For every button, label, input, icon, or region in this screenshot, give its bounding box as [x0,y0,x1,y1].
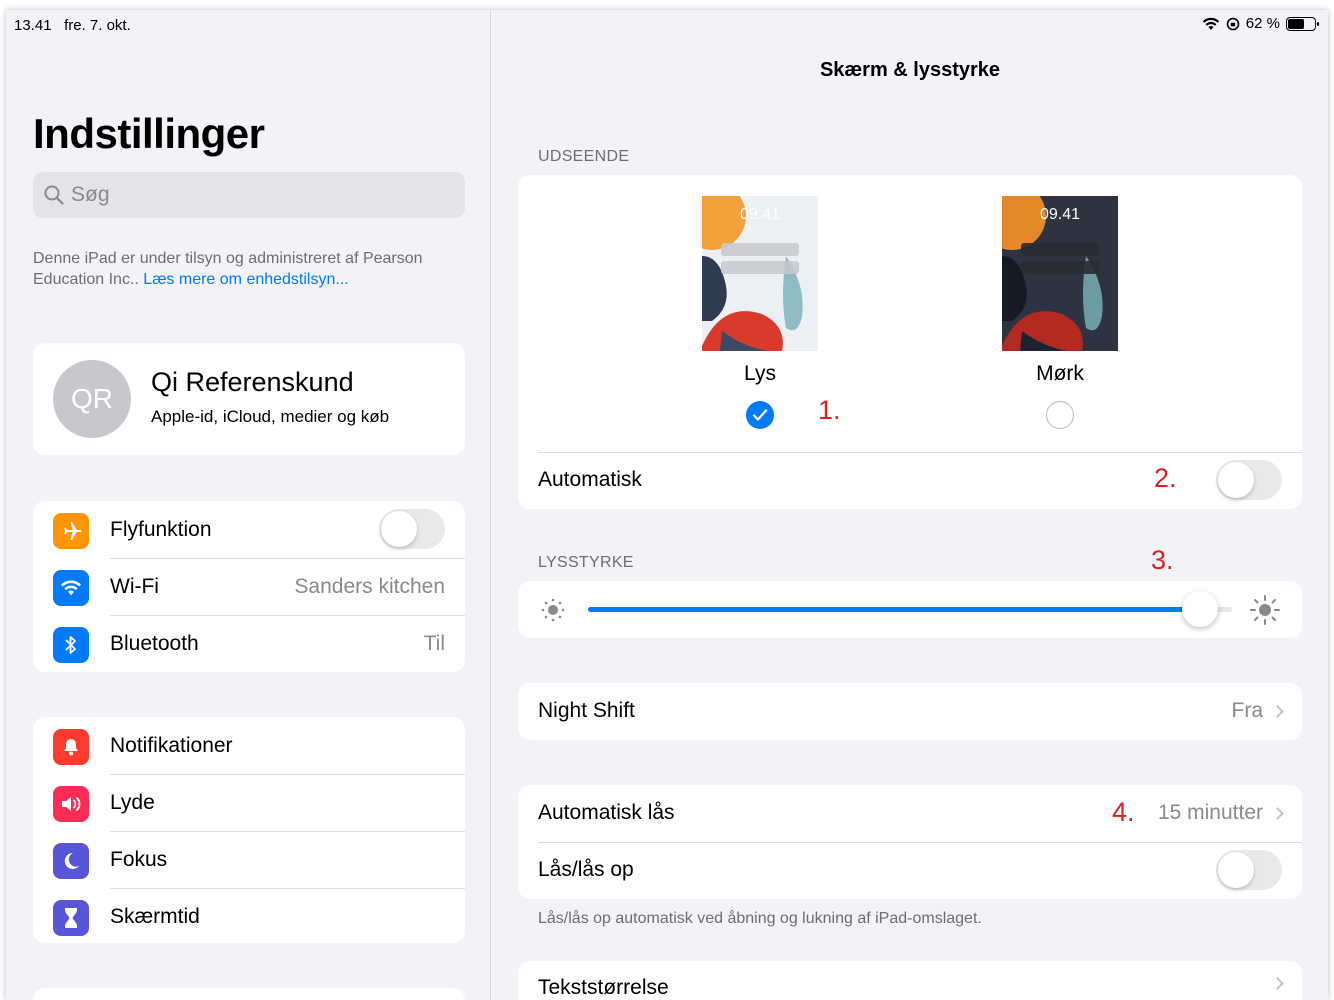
sidebar-item-label: Flyfunktion [110,517,212,541]
settings-sidebar: Indstillinger Søg Denne iPad er under ti… [6,10,491,1000]
appearance-header: UDSEENDE [538,148,630,165]
profile-subtitle: Apple-id, iCloud, medier og køb [151,407,390,426]
search-icon [44,185,64,205]
sun-large-icon [1250,595,1280,625]
orientation-lock-icon [1226,17,1240,30]
sidebar-item-label: Fokus [110,847,168,871]
light-mode-preview[interactable]: 09.41 [702,196,818,351]
sidebar-item-notifications[interactable]: Notifikationer [33,717,465,774]
status-time: 13.41 [14,17,52,34]
sidebar-item-sounds[interactable]: Lyde [33,774,465,831]
auto-lock-value-group: 15 minutter [1157,801,1284,825]
lock-card: Automatisk lås 15 minutter Lås/lås op [518,785,1302,899]
automatic-appearance-row: Automatisk [518,452,1302,509]
wifi-status-icon [1202,17,1219,30]
sun-small-icon [541,598,565,622]
dark-preview-time: 09.41 [1039,206,1081,223]
chevron-right-icon [1271,977,1284,990]
airplane-toggle[interactable] [379,509,445,549]
general-group-partial [33,988,465,1000]
speaker-icon [53,786,89,822]
automatic-label: Automatisk [538,468,642,491]
status-clock: 13.41 fre. 7. okt. [14,17,131,34]
avatar: QR [53,360,131,438]
sidebar-item-screen-time[interactable]: Skærmtid [33,888,465,943]
ipad-screen: 13.41 fre. 7. okt. 62 % Indstillinger Sø… [6,10,1328,1000]
sidebar-item-label: Wi-Fi [110,574,159,598]
night-shift-value-group: Fra [1231,699,1284,723]
wifi-icon [53,570,89,606]
text-size-chevron [1271,977,1284,990]
annotation-1: 1. [818,395,841,425]
auto-lock-value: 15 minutter [1157,801,1263,824]
night-shift-row[interactable]: Night Shift Fra [518,683,1302,740]
annotation-4: 4. [1112,797,1135,827]
status-date: fre. 7. okt. [64,17,131,34]
text-size-row[interactable]: Tekststørrelse [518,961,1302,1000]
status-bar: 13.41 fre. 7. okt. 62 % [6,10,1328,40]
supervision-link[interactable]: Læs mere om enhedstilsyn... [143,271,348,288]
sidebar-title: Indstillinger [33,110,265,157]
status-right: 62 % [1202,15,1319,32]
brightness-slider[interactable] [588,591,1232,627]
sidebar-item-focus[interactable]: Fokus [33,831,465,888]
night-shift-card: Night Shift Fra [518,683,1302,740]
moon-icon [53,843,89,879]
bluetooth-value: Til [423,631,445,655]
dark-mode-label: Mørk [1036,362,1084,385]
lock-unlock-toggle[interactable] [1216,850,1282,890]
checkmark-icon [752,409,768,421]
sidebar-item-label: Lyde [110,790,155,814]
supervision-notice: Denne iPad er under tilsyn og administre… [33,248,473,290]
brightness-header: LYSSTYRKE [538,554,634,571]
notifications-group: Notifikationer Lyde Fokus Skærmtid [33,717,465,943]
lock-unlock-footer: Lås/lås op automatisk ved åbning og lukn… [538,910,982,927]
night-shift-label: Night Shift [538,699,635,722]
light-preview-time: 09.41 [739,206,781,223]
appearance-card: 09.41 09.41 Lys Mørk Automatisk [518,175,1302,509]
lock-unlock-row: Lås/lås op [518,842,1302,899]
sidebar-item-airplane[interactable]: Flyfunktion [33,501,465,558]
text-size-card: Tekststørrelse [518,961,1302,1000]
annotation-2: 2. [1154,463,1177,493]
wifi-network-value: Sanders kitchen [294,574,445,598]
annotation-3: 3. [1151,545,1174,575]
hourglass-icon [53,900,89,936]
dark-mode-radio[interactable] [1046,401,1074,429]
sidebar-item-label: Skærmtid [110,904,200,928]
chevron-right-icon [1271,704,1284,718]
auto-lock-row[interactable]: Automatisk lås 15 minutter [518,785,1302,842]
airplane-icon [53,513,89,549]
connectivity-group: Flyfunktion Wi-Fi Sanders kitchen Blueto… [33,501,465,672]
text-size-label: Tekststørrelse [538,976,669,999]
sidebar-item-bluetooth[interactable]: Bluetooth Til [33,615,465,672]
auto-lock-label: Automatisk lås [538,801,675,824]
night-shift-value: Fra [1231,699,1264,722]
display-brightness-pane: Skærm & lysstyrke UDSEENDE 09.41 09.41 L… [492,10,1328,1000]
battery-icon [1286,16,1319,31]
search-input[interactable]: Søg [33,172,465,218]
profile-name: Qi Referenskund [151,367,354,397]
brightness-card [518,581,1302,638]
light-mode-radio[interactable] [746,401,774,429]
light-mode-label: Lys [744,362,776,385]
lock-unlock-label: Lås/lås op [538,858,634,881]
bluetooth-icon [53,627,89,663]
apple-id-profile[interactable]: QR Qi Referenskund Apple-id, iCloud, med… [33,343,465,455]
dark-mode-preview[interactable]: 09.41 [1002,196,1118,351]
page-title: Skærm & lysstyrke [819,59,1001,81]
automatic-toggle[interactable] [1216,460,1282,500]
sidebar-item-label: Notifikationer [110,733,233,757]
sidebar-item-wifi[interactable]: Wi-Fi Sanders kitchen [33,558,465,615]
sidebar-item-label: Bluetooth [110,631,199,655]
search-placeholder: Søg [71,183,110,206]
battery-percent: 62 % [1245,15,1280,32]
chevron-right-icon [1271,806,1284,820]
bell-icon [53,729,89,765]
slider-handle[interactable] [1182,591,1218,627]
